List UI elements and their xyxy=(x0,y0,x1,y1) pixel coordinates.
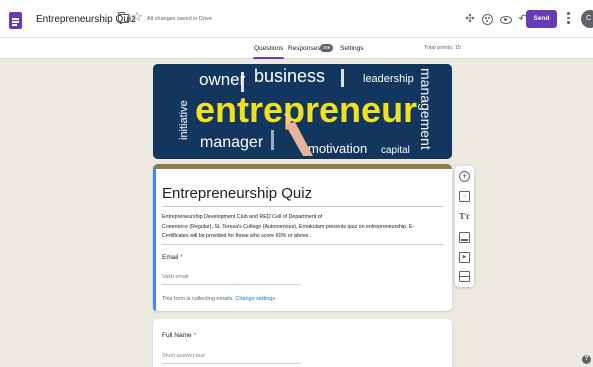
tab-questions[interactable]: Questions xyxy=(252,45,285,59)
save-status: All changes saved in Drive xyxy=(147,16,212,22)
add-image-icon[interactable] xyxy=(459,232,470,243)
email-label-text: Email xyxy=(162,254,179,261)
redo-icon[interactable] xyxy=(510,13,522,25)
add-section-icon[interactable] xyxy=(459,271,470,282)
palette-icon[interactable] xyxy=(482,14,493,25)
change-settings-link[interactable]: Change settings xyxy=(235,296,275,302)
total-points: Total points: 15 xyxy=(424,45,461,51)
full-name-field-underline xyxy=(162,363,301,364)
full-name-question-label: Full Name * xyxy=(162,332,196,339)
avatar[interactable]: C xyxy=(581,10,593,28)
question-toolbar: + → Tт ▶ xyxy=(455,166,474,287)
banner-word-initiative: initiative xyxy=(178,100,190,140)
description-underline xyxy=(162,244,444,245)
required-asterisk: * xyxy=(180,254,183,261)
top-bar: Entrepreneurship Quiz ☆ All changes save… xyxy=(0,0,593,38)
banner-word-owner: owner xyxy=(199,70,246,89)
banner-word-capital: capital xyxy=(381,145,410,156)
form-header-card[interactable]: Entrepreneurship Quiz Entrepreneurship D… xyxy=(153,164,452,311)
form-title[interactable]: Entrepreneurship Quiz xyxy=(162,185,312,202)
email-question-label: Email * xyxy=(162,254,183,261)
help-icon[interactable]: ? xyxy=(582,355,591,364)
tab-responses[interactable]: Responses xyxy=(288,45,321,52)
send-button[interactable]: Send xyxy=(526,10,557,28)
import-questions-icon[interactable]: → xyxy=(459,191,470,202)
more-vert-icon[interactable] xyxy=(567,12,570,25)
collecting-emails-note: This form is collecting emails. Change s… xyxy=(162,296,275,302)
collecting-emails-text: This form is collecting emails. xyxy=(162,296,234,302)
tab-settings[interactable]: Settings xyxy=(340,45,364,52)
question-card-full-name[interactable]: Full Name * Short answer text xyxy=(153,319,452,367)
responses-count-badge: 256 xyxy=(320,44,333,52)
full-name-label-text: Full Name xyxy=(162,332,192,339)
forms-app-icon[interactable] xyxy=(9,12,22,29)
card-focus-indicator xyxy=(153,169,156,311)
banner-word-entrepreneur: entrepreneur xyxy=(195,89,417,130)
banner-word-management: management xyxy=(418,68,434,150)
banner-word-business: business xyxy=(254,66,325,86)
folder-icon[interactable] xyxy=(118,12,129,23)
required-asterisk: * xyxy=(193,332,196,339)
banner-word-manager: manager xyxy=(200,134,264,151)
add-question-icon[interactable]: + xyxy=(459,171,470,182)
email-field[interactable]: Valid email xyxy=(162,274,189,280)
title-underline xyxy=(162,206,444,207)
header-banner-image: owner business leadership entrepreneur i… xyxy=(153,64,452,159)
email-field-underline xyxy=(162,284,301,285)
star-icon[interactable]: ☆ xyxy=(131,10,143,23)
add-video-icon[interactable]: ▶ xyxy=(459,252,470,263)
form-description[interactable]: Entrepreneurship Development Club and RE… xyxy=(162,213,444,242)
form-tabs: Questions Responses Settings xyxy=(0,38,593,59)
puzzle-icon[interactable]: ✣ xyxy=(464,13,476,25)
banner-word-leadership: leadership xyxy=(363,73,414,85)
add-title-icon[interactable]: Tт xyxy=(459,211,470,222)
banner-word-motivation: motivation xyxy=(308,141,367,156)
full-name-field[interactable]: Short answer text xyxy=(162,353,205,359)
